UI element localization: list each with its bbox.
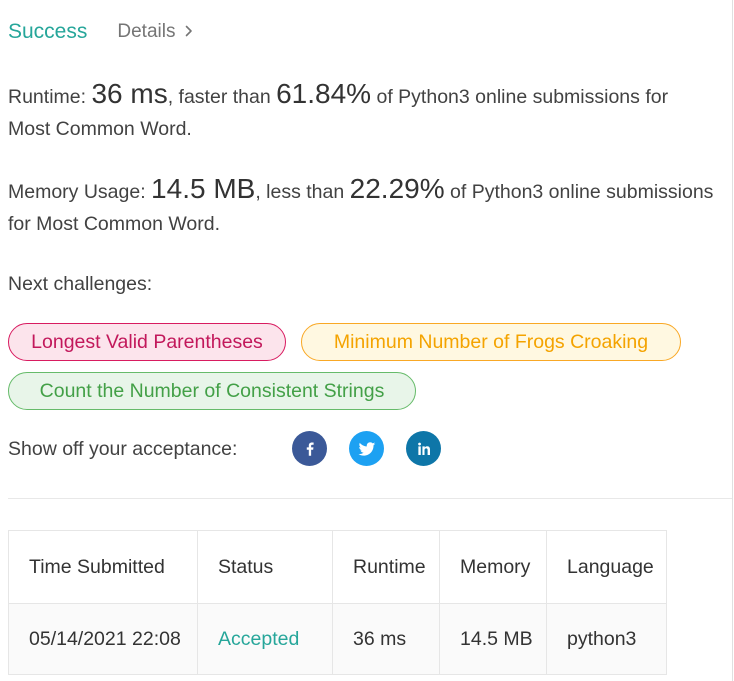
submissions-table: Time Submitted Status Runtime Memory Lan… <box>8 530 667 675</box>
challenge-chip-medium[interactable]: Minimum Number of Frogs Croaking <box>301 323 681 361</box>
runtime-problem: Most Common Word. <box>8 118 192 140</box>
cell-memory: 14.5 MB <box>439 603 547 675</box>
memory-percent: 22.29% <box>349 173 445 204</box>
facebook-icon <box>301 440 319 458</box>
cell-language: python3 <box>546 603 667 675</box>
header-language: Language <box>546 530 667 604</box>
table-row: 05/14/2021 22:08 Accepted 36 ms 14.5 MB … <box>8 603 667 675</box>
header-time-submitted: Time Submitted <box>8 530 198 604</box>
linkedin-icon <box>415 440 433 458</box>
table-header-row: Time Submitted Status Runtime Memory Lan… <box>8 530 667 604</box>
next-challenges-label: Next challenges: <box>8 273 153 295</box>
runtime-percent: 61.84% <box>276 78 372 109</box>
runtime-mid: , faster than <box>167 86 277 108</box>
cell-time: 05/14/2021 22:08 <box>8 603 198 675</box>
challenge-chip-hard[interactable]: Longest Valid Parentheses <box>8 323 286 361</box>
header-memory: Memory <box>439 530 547 604</box>
header-status: Status <box>197 530 333 604</box>
cell-status: Accepted <box>197 603 333 675</box>
memory-label: Memory Usage: <box>8 181 152 203</box>
tab-details[interactable]: Details <box>117 21 193 43</box>
result-tabs: Success Details <box>8 15 193 49</box>
challenge-chip-easy[interactable]: Count the Number of Consistent Strings <box>8 372 416 410</box>
memory-mid: , less than <box>255 181 350 203</box>
cell-runtime: 36 ms <box>332 603 440 675</box>
tab-details-label: Details <box>117 21 176 42</box>
facebook-share-button[interactable] <box>292 431 327 466</box>
chevron-right-icon <box>185 21 193 43</box>
tab-success[interactable]: Success <box>8 20 87 44</box>
header-runtime: Runtime <box>332 530 440 604</box>
twitter-icon <box>357 439 377 459</box>
memory-value: 14.5 MB <box>151 173 256 204</box>
memory-tail: of Python3 online submissions <box>444 181 714 203</box>
status-link[interactable]: Accepted <box>218 628 299 650</box>
section-divider <box>8 498 732 499</box>
memory-problem: for Most Common Word. <box>8 213 221 235</box>
runtime-tail: of Python3 online submissions for <box>371 86 669 108</box>
linkedin-share-button[interactable] <box>406 431 441 466</box>
runtime-value: 36 ms <box>91 78 168 109</box>
memory-stat: Memory Usage: 14.5 MB, less than 22.29% … <box>8 173 734 240</box>
runtime-line-1: Runtime: 36 ms, faster than 61.84% of Py… <box>8 78 734 113</box>
runtime-label: Runtime: <box>8 86 92 108</box>
share-label: Show off your acceptance: <box>8 438 238 460</box>
memory-line-1: Memory Usage: 14.5 MB, less than 22.29% … <box>8 173 734 208</box>
twitter-share-button[interactable] <box>349 431 384 466</box>
runtime-stat: Runtime: 36 ms, faster than 61.84% of Py… <box>8 78 734 145</box>
